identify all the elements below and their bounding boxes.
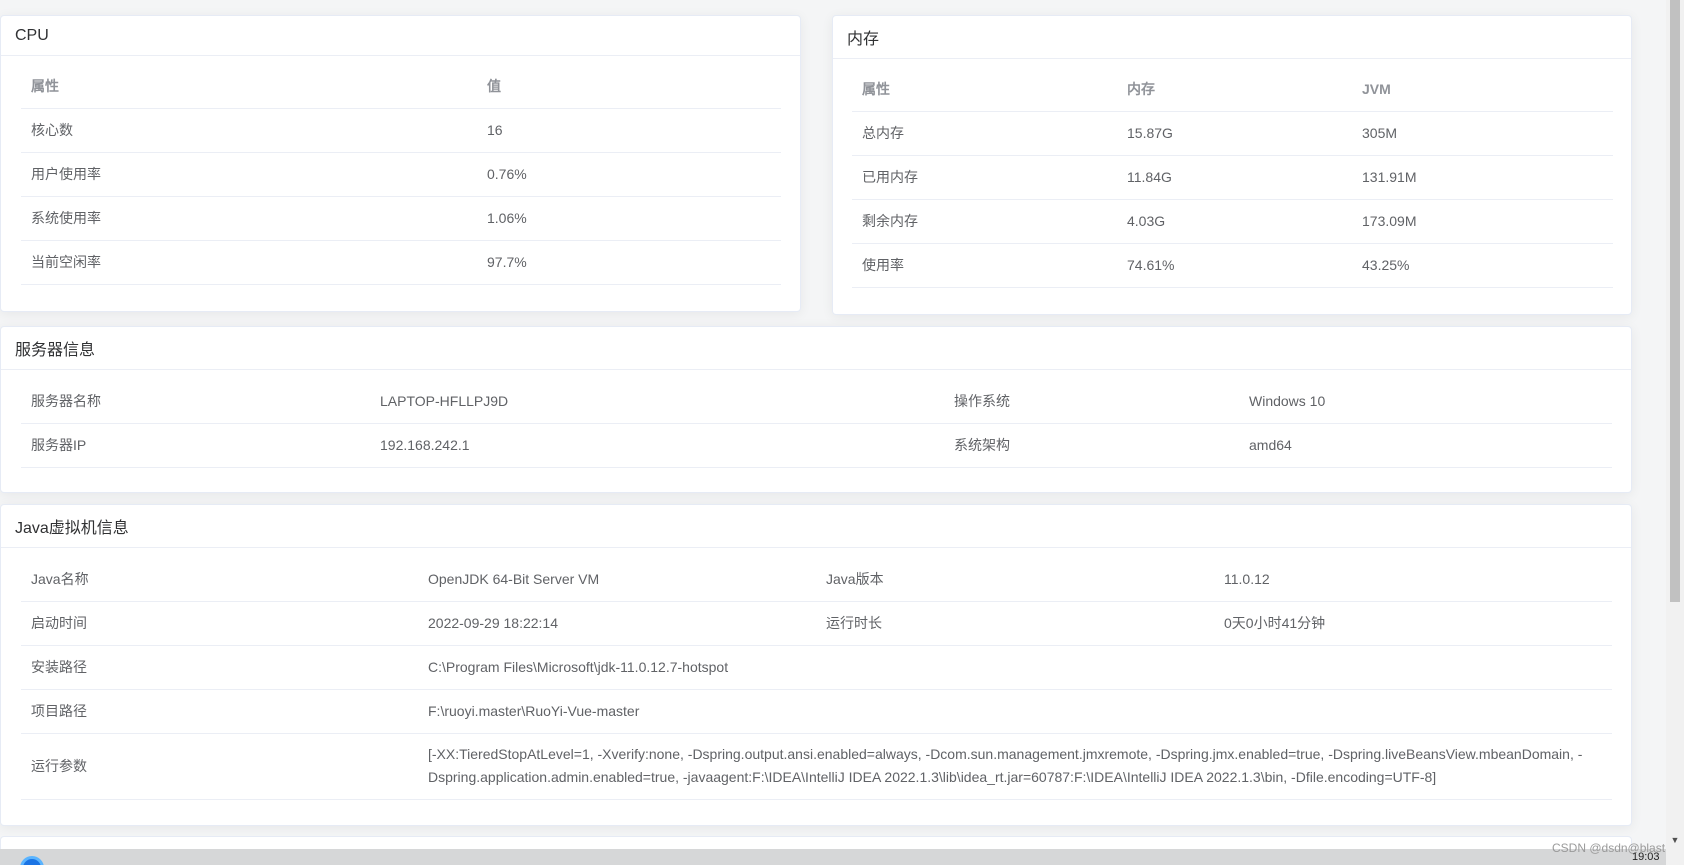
jvm-args-value: [-XX:TieredStopAtLevel=1, -Xverify:none,… — [418, 733, 1612, 800]
memory-row-mem: 11.84G — [1117, 155, 1352, 200]
table-row: 剩余内存 4.03G 173.09M — [852, 199, 1613, 244]
table-row: 服务器IP 192.168.242.1 系统架构 amd64 — [21, 423, 1612, 468]
table-row: 已用内存 11.84G 131.91M — [852, 155, 1613, 200]
memory-row-mem: 15.87G — [1117, 111, 1352, 156]
jvm-install-path-value: C:\Program Files\Microsoft\jdk-11.0.12.7… — [418, 645, 1612, 690]
memory-row-jvm: 43.25% — [1352, 243, 1613, 288]
server-card: 服务器信息 服务器名称 LAPTOP-HFLLPJ9D 操作系统 Windows… — [0, 326, 1632, 493]
memory-row-jvm: 131.91M — [1352, 155, 1613, 200]
memory-card-title: 内存 — [833, 16, 1631, 59]
table-row: 核心数 16 — [21, 108, 781, 153]
server-ip-label: 服务器IP — [21, 423, 370, 468]
memory-row-jvm: 173.09M — [1352, 199, 1613, 244]
cpu-row-label: 用户使用率 — [21, 152, 477, 197]
next-card-edge — [0, 836, 1632, 850]
memory-row-label: 剩余内存 — [852, 199, 1117, 244]
cpu-row-label: 当前空闲率 — [21, 240, 477, 285]
jvm-project-path-label: 项目路径 — [21, 689, 418, 734]
table-row: 启动时间 2022-09-29 18:22:14 运行时长 0天0小时41分钟 — [21, 601, 1612, 646]
cpu-row-value: 16 — [477, 108, 781, 153]
server-ip-value: 192.168.242.1 — [370, 423, 944, 468]
server-os-label: 操作系统 — [944, 379, 1239, 424]
scrollbar-thumb[interactable] — [1670, 0, 1680, 602]
table-row: 当前空闲率 97.7% — [21, 240, 781, 285]
server-name-value: LAPTOP-HFLLPJ9D — [370, 379, 944, 424]
memory-row-label: 使用率 — [852, 243, 1117, 288]
jvm-name-value: OpenJDK 64-Bit Server VM — [418, 557, 816, 602]
jvm-args-label: 运行参数 — [21, 733, 418, 800]
table-row: 服务器名称 LAPTOP-HFLLPJ9D 操作系统 Windows 10 — [21, 379, 1612, 424]
jvm-table: Java名称 OpenJDK 64-Bit Server VM Java版本 1… — [21, 557, 1612, 800]
server-card-title: 服务器信息 — [1, 327, 1631, 370]
memory-row-jvm: 305M — [1352, 111, 1613, 156]
table-row: 项目路径 F:\ruoyi.master\RuoYi-Vue-master — [21, 689, 1612, 734]
table-row: 系统使用率 1.06% — [21, 196, 781, 241]
cpu-col-attr: 属性 — [21, 64, 477, 109]
memory-table: 属性 内存 JVM 总内存 15.87G 305M 已用内存 11.84G 13… — [852, 67, 1613, 288]
clock: 19:03 — [1632, 851, 1660, 863]
jvm-card: Java虚拟机信息 Java名称 OpenJDK 64-Bit Server V… — [0, 504, 1632, 826]
table-row: 使用率 74.61% 43.25% — [852, 243, 1613, 288]
cpu-row-label: 系统使用率 — [21, 196, 477, 241]
jvm-start-label: 启动时间 — [21, 601, 418, 646]
memory-header-row: 属性 内存 JVM — [852, 67, 1613, 112]
table-row: 总内存 15.87G 305M — [852, 111, 1613, 156]
jvm-project-path-value: F:\ruoyi.master\RuoYi-Vue-master — [418, 689, 1612, 734]
memory-col-attr: 属性 — [852, 67, 1117, 112]
server-os-value: Windows 10 — [1239, 379, 1612, 424]
cpu-card: CPU 属性 值 核心数 16 用户使用率 0.76% 系统使用率 1.06% … — [0, 15, 801, 312]
memory-col-jvm: JVM — [1352, 67, 1613, 112]
jvm-start-value: 2022-09-29 18:22:14 — [418, 601, 816, 646]
memory-col-mem: 内存 — [1117, 67, 1352, 112]
cpu-row-value: 1.06% — [477, 196, 781, 241]
cpu-header-row: 属性 值 — [21, 64, 781, 109]
cpu-row-value: 97.7% — [477, 240, 781, 285]
table-row: 安装路径 C:\Program Files\Microsoft\jdk-11.0… — [21, 645, 1612, 690]
cpu-table: 属性 值 核心数 16 用户使用率 0.76% 系统使用率 1.06% 当前空闲… — [21, 64, 781, 285]
table-row: Java名称 OpenJDK 64-Bit Server VM Java版本 1… — [21, 557, 1612, 602]
jvm-version-value: 11.0.12 — [1214, 557, 1612, 602]
jvm-card-title: Java虚拟机信息 — [1, 505, 1631, 548]
table-row: 运行参数 [-XX:TieredStopAtLevel=1, -Xverify:… — [21, 733, 1612, 800]
memory-row-label: 已用内存 — [852, 155, 1117, 200]
memory-row-mem: 4.03G — [1117, 199, 1352, 244]
taskbar — [0, 849, 1666, 865]
jvm-uptime-label: 运行时长 — [816, 601, 1214, 646]
server-arch-label: 系统架构 — [944, 423, 1239, 468]
scroll-down-icon[interactable]: ▼ — [1666, 833, 1684, 847]
memory-row-label: 总内存 — [852, 111, 1117, 156]
table-row: 用户使用率 0.76% — [21, 152, 781, 197]
server-table: 服务器名称 LAPTOP-HFLLPJ9D 操作系统 Windows 10 服务… — [21, 379, 1612, 468]
jvm-name-label: Java名称 — [21, 557, 418, 602]
server-name-label: 服务器名称 — [21, 379, 370, 424]
memory-card: 内存 属性 内存 JVM 总内存 15.87G 305M 已用内存 11.84G… — [832, 15, 1632, 315]
server-arch-value: amd64 — [1239, 423, 1612, 468]
memory-row-mem: 74.61% — [1117, 243, 1352, 288]
cpu-col-value: 值 — [477, 64, 781, 109]
cpu-row-label: 核心数 — [21, 108, 477, 153]
cpu-card-title: CPU — [1, 16, 800, 56]
jvm-install-path-label: 安装路径 — [21, 645, 418, 690]
cpu-row-value: 0.76% — [477, 152, 781, 197]
jvm-version-label: Java版本 — [816, 557, 1214, 602]
jvm-uptime-value: 0天0小时41分钟 — [1214, 601, 1612, 646]
